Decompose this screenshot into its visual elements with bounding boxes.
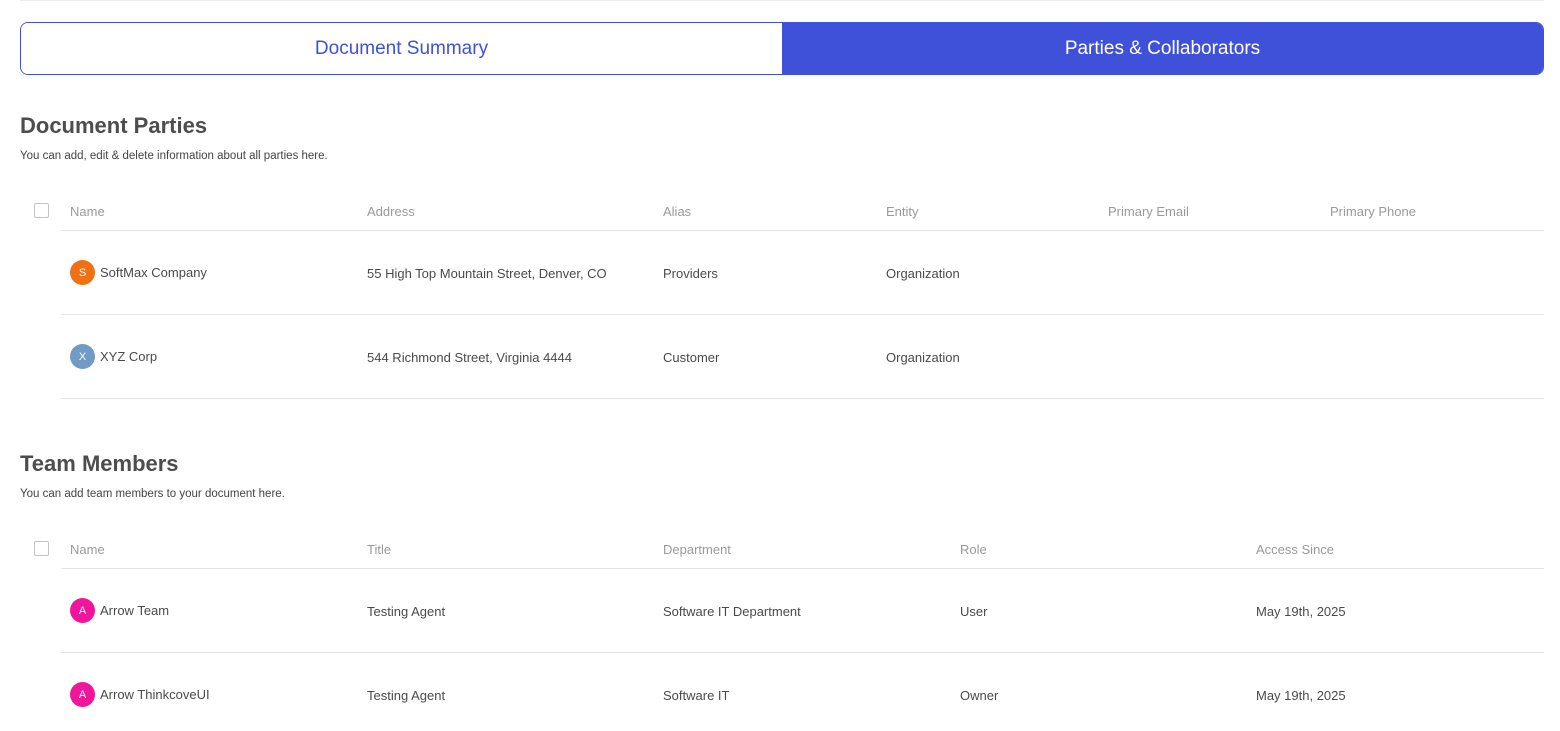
parties-section-title: Document Parties bbox=[20, 113, 208, 138]
party-address: 55 High Top Mountain Street, Denver, CO bbox=[367, 266, 607, 281]
table-row-divider bbox=[61, 398, 1544, 399]
parties-col-primary-email[interactable]: Primary Email bbox=[1108, 204, 1189, 219]
member-department: Software IT bbox=[663, 688, 730, 703]
parties-col-alias[interactable]: Alias bbox=[663, 204, 691, 219]
team-col-title[interactable]: Title bbox=[367, 542, 391, 557]
member-title: Testing Agent bbox=[367, 688, 446, 703]
party-name: XYZ Corp bbox=[100, 349, 158, 364]
member-role: Owner bbox=[960, 688, 999, 703]
party-entity: Organization bbox=[886, 350, 960, 365]
member-role: User bbox=[960, 604, 988, 619]
member-name: Arrow Team bbox=[100, 603, 170, 618]
team-header-divider bbox=[61, 568, 1544, 569]
party-name: SoftMax Company bbox=[100, 265, 207, 280]
parties-col-address[interactable]: Address bbox=[367, 204, 415, 219]
member-department: Software IT Department bbox=[663, 604, 801, 619]
team-col-role[interactable]: Role bbox=[960, 542, 987, 557]
party-address: 544 Richmond Street, Virginia 4444 bbox=[367, 350, 572, 365]
team-section-subtitle: You can add team members to your documen… bbox=[20, 488, 285, 500]
party-entity: Organization bbox=[886, 266, 960, 281]
parties-col-entity[interactable]: Entity bbox=[886, 204, 919, 219]
team-row-name[interactable]: A Arrow Team bbox=[70, 598, 169, 623]
tab-bar: Document Summary Parties & Collaborators bbox=[20, 22, 1544, 75]
member-name: Arrow ThinkcoveUI bbox=[100, 687, 210, 702]
member-title: Testing Agent bbox=[367, 604, 446, 619]
avatar: A bbox=[70, 598, 95, 623]
party-alias: Customer bbox=[663, 350, 720, 365]
parties-col-name[interactable]: Name bbox=[70, 204, 105, 219]
tab-parties-collaborators[interactable]: Parties & Collaborators bbox=[782, 23, 1543, 74]
top-divider bbox=[20, 0, 1544, 1]
member-access-since: May 19th, 2025 bbox=[1256, 688, 1346, 703]
member-access-since: May 19th, 2025 bbox=[1256, 604, 1346, 619]
parties-section-subtitle: You can add, edit & delete information a… bbox=[20, 150, 328, 162]
table-row-divider bbox=[61, 314, 1544, 315]
team-section-title: Team Members bbox=[20, 451, 179, 476]
team-col-department[interactable]: Department bbox=[663, 542, 731, 557]
party-alias: Providers bbox=[663, 266, 718, 281]
parties-col-primary-phone[interactable]: Primary Phone bbox=[1330, 204, 1416, 219]
avatar: S bbox=[70, 260, 95, 285]
avatar: A bbox=[70, 682, 95, 707]
party-row-name[interactable]: X XYZ Corp bbox=[70, 344, 157, 369]
tab-document-summary[interactable]: Document Summary bbox=[21, 23, 782, 74]
parties-select-all-checkbox[interactable] bbox=[34, 203, 49, 218]
parties-header-divider bbox=[61, 230, 1544, 231]
party-row-name[interactable]: S SoftMax Company bbox=[70, 260, 207, 285]
table-row-divider bbox=[61, 652, 1544, 653]
avatar: X bbox=[70, 344, 95, 369]
team-select-all-checkbox[interactable] bbox=[34, 541, 49, 556]
team-row-name[interactable]: A Arrow ThinkcoveUI bbox=[70, 682, 210, 707]
team-col-access-since[interactable]: Access Since bbox=[1256, 542, 1334, 557]
team-col-name[interactable]: Name bbox=[70, 542, 105, 557]
